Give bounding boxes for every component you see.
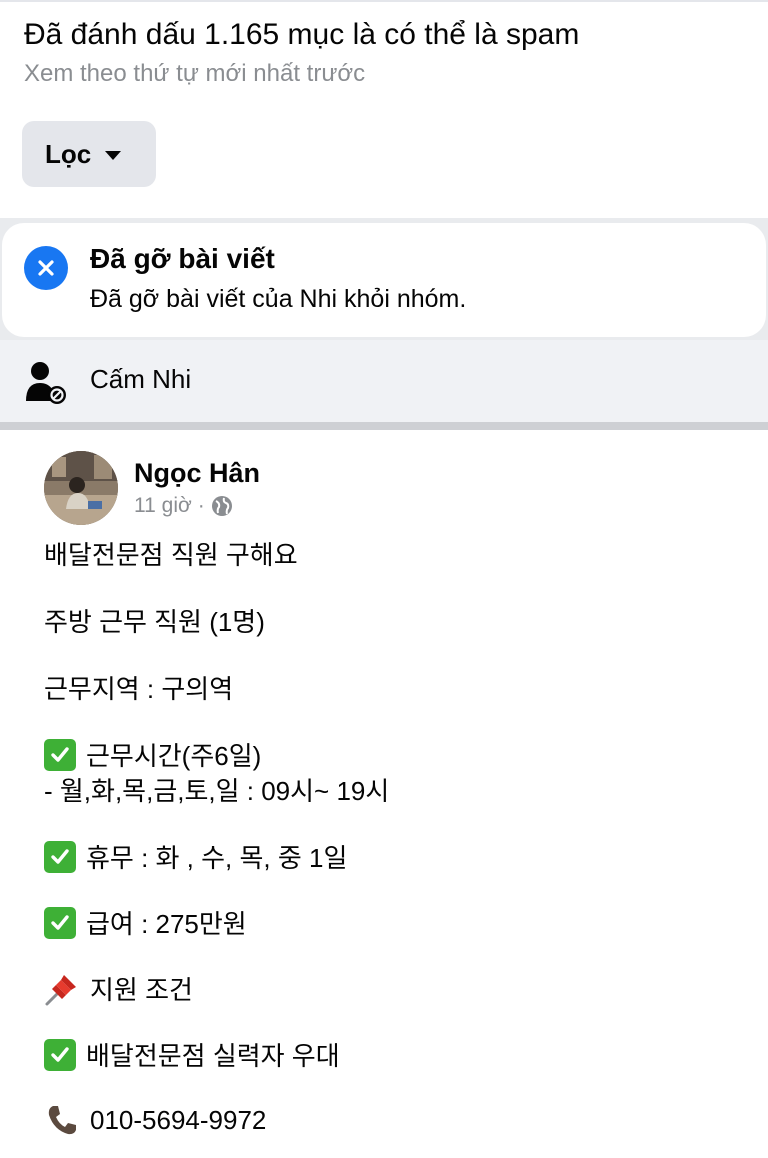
post-time[interactable]: 11 giờ bbox=[134, 494, 192, 518]
post-text-line: - 월,화,목,금,토,일 : 09시~ 19시 bbox=[44, 776, 390, 806]
post-text-line: 급여 : 275만원 bbox=[44, 904, 247, 941]
close-circle-icon bbox=[24, 246, 68, 290]
check-mark-icon bbox=[44, 840, 76, 873]
removed-title: Đã gỡ bài viết bbox=[90, 243, 275, 274]
post-text[interactable]: 010-5694-9972 bbox=[90, 1105, 266, 1136]
post-text-line: 배달전문점 실력자 우대 bbox=[44, 1036, 340, 1073]
pushpin-icon bbox=[45, 974, 76, 1005]
avatar[interactable] bbox=[44, 451, 118, 525]
post-text: 근무시간(주6일) bbox=[86, 741, 262, 771]
meta-separator: · bbox=[197, 494, 205, 517]
post-text: 지원 조건 bbox=[90, 975, 193, 1005]
spam-header: Đã đánh dấu 1.165 mục là có thể là spam … bbox=[0, 0, 768, 218]
globe-icon bbox=[211, 496, 232, 516]
spam-count-title: Đã đánh dấu 1.165 mục là có thể là spam bbox=[24, 18, 580, 51]
post-card: Ngọc Hân 11 giờ · 배달전문점 직원 구해요 주방 근무 직원 … bbox=[0, 430, 768, 1158]
post-text-line: 근무시간(주6일) bbox=[44, 736, 261, 773]
section-divider bbox=[0, 422, 768, 430]
removed-post-notice: Đã gỡ bài viết Đã gỡ bài viết của Nhi kh… bbox=[2, 223, 766, 337]
check-mark-icon bbox=[44, 1038, 76, 1071]
post-text-line: 010-5694-9972 bbox=[44, 1102, 266, 1138]
phone-icon bbox=[48, 1106, 76, 1135]
post-text-line: 휴무 : 화 , 수, 목, 중 1일 bbox=[44, 838, 347, 875]
post-author-name[interactable]: Ngọc Hân bbox=[134, 458, 260, 489]
ban-user-label: Cấm Nhi bbox=[90, 364, 192, 394]
check-mark-icon bbox=[44, 906, 76, 939]
post-text: 급여 : 275만원 bbox=[86, 909, 247, 939]
post-text: 휴무 : 화 , 수, 목, 중 1일 bbox=[86, 843, 348, 873]
check-mark-icon bbox=[44, 738, 76, 771]
ban-user-icon bbox=[26, 362, 66, 404]
caret-down-icon bbox=[105, 150, 122, 160]
sort-order-subtitle: Xem theo thứ tự mới nhất trước bbox=[24, 60, 366, 87]
post-text-line: 주방 근무 직원 (1명) bbox=[44, 607, 265, 637]
post-text-line: 근무지역 : 구의역 bbox=[44, 674, 234, 704]
filter-label: Lọc bbox=[45, 138, 92, 169]
post-text-line: 배달전문점 직원 구해요 bbox=[44, 540, 298, 570]
removed-description: Đã gỡ bài viết của Nhi khỏi nhóm. bbox=[90, 285, 467, 313]
post-text: 배달전문점 실력자 우대 bbox=[86, 1041, 340, 1071]
top-divider bbox=[0, 0, 768, 2]
post-text-line: 지원 조건 bbox=[44, 970, 193, 1007]
ban-user-button[interactable]: Cấm Nhi bbox=[0, 340, 768, 422]
filter-button[interactable]: Lọc bbox=[22, 121, 156, 187]
post-meta: 11 giờ · bbox=[134, 494, 233, 518]
